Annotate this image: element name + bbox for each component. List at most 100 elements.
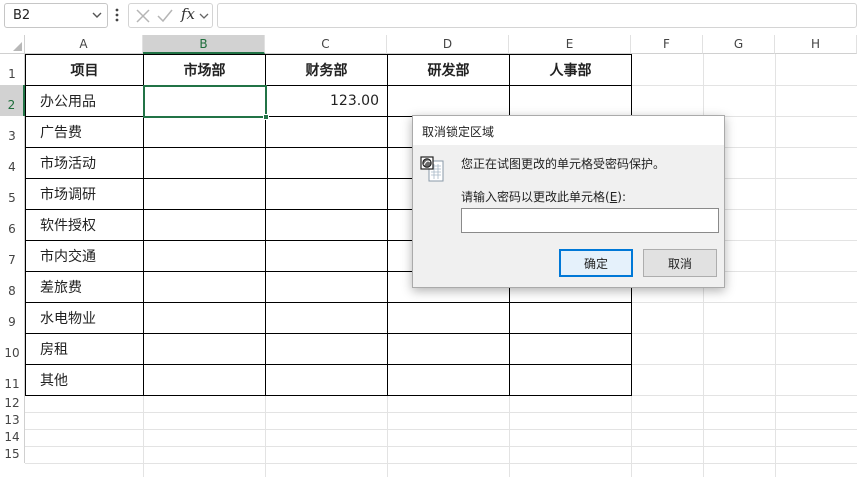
row-header-13[interactable]: 13 (0, 412, 25, 429)
gridline-column (775, 54, 776, 477)
password-prompt-label: 请输入密码以更改此单元格(E): (461, 188, 626, 205)
row-header-9[interactable]: 9 (0, 302, 25, 333)
table-cell[interactable] (387, 85, 510, 117)
dialog-titlebar[interactable]: 取消锁定区域 (413, 116, 724, 145)
column-header-e[interactable]: E (509, 35, 631, 54)
row-header-6[interactable]: 6 (0, 209, 25, 240)
table-cell[interactable] (143, 364, 266, 396)
column-header-h[interactable]: H (775, 35, 857, 54)
table-cell[interactable] (509, 302, 632, 334)
row-label-cell[interactable]: 办公用品 (25, 85, 144, 117)
row-header-10[interactable]: 10 (0, 333, 25, 364)
table-cell[interactable] (265, 147, 388, 179)
column-header-c[interactable]: C (265, 35, 387, 54)
gridline-row (25, 446, 857, 447)
table-cell[interactable] (143, 85, 266, 117)
table-cell[interactable]: 123.00 (265, 85, 388, 117)
row-header-2[interactable]: 2 (0, 85, 25, 116)
table-cell[interactable] (387, 364, 510, 396)
table-header-cell[interactable]: 财务部 (265, 54, 388, 86)
prompt-suffix: ): (617, 190, 627, 204)
row-label-cell[interactable]: 软件授权 (25, 209, 144, 241)
cancel-entry-icon[interactable] (134, 8, 152, 24)
dialog-message: 您正在试图更改的单元格受密码保护。 (461, 157, 666, 171)
row-header-4[interactable]: 4 (0, 147, 25, 178)
row-header-14[interactable]: 14 (0, 429, 25, 446)
table-cell[interactable] (143, 271, 266, 303)
table-cell[interactable] (265, 209, 388, 241)
formula-tools: fx (128, 3, 213, 28)
table-cell[interactable] (143, 333, 266, 365)
row-label-cell[interactable]: 差旅费 (25, 271, 144, 303)
chevron-down-icon[interactable] (197, 8, 211, 24)
row-label-cell[interactable]: 广告费 (25, 116, 144, 148)
table-row: 水电物业 (25, 302, 632, 334)
table-cell[interactable] (265, 364, 388, 396)
more-options-icon[interactable] (111, 6, 123, 24)
row-label-cell[interactable]: 市场调研 (25, 178, 144, 210)
table-row: 房租 (25, 333, 632, 365)
table-cell[interactable] (509, 85, 632, 117)
name-box[interactable]: B2 (4, 3, 108, 28)
table-cell[interactable] (143, 116, 266, 148)
gridline-row (25, 463, 857, 464)
row-header-8[interactable]: 8 (0, 271, 25, 302)
formula-bar: B2 fx (0, 0, 857, 32)
row-header-12[interactable]: 12 (0, 395, 25, 412)
row-header-15[interactable]: 15 (0, 446, 25, 463)
table-header-cell[interactable]: 人事部 (509, 54, 632, 86)
row-label-cell[interactable]: 市场活动 (25, 147, 144, 179)
table-header-cell[interactable]: 研发部 (387, 54, 510, 86)
chevron-down-icon[interactable] (90, 8, 104, 22)
prompt-prefix: 请输入密码以更改此单元格( (461, 190, 610, 204)
formula-input[interactable] (217, 3, 857, 28)
table-cell[interactable] (265, 240, 388, 272)
password-input[interactable] (461, 208, 719, 233)
fill-handle[interactable] (263, 114, 269, 120)
insert-function-button[interactable]: fx (181, 5, 195, 23)
table-row: 其他 (25, 364, 632, 396)
table-cell[interactable] (509, 333, 632, 365)
table-cell[interactable] (143, 209, 266, 241)
row-label-cell[interactable]: 市内交通 (25, 240, 144, 272)
column-header-a[interactable]: A (25, 35, 143, 54)
table-cell[interactable] (143, 302, 266, 334)
row-header-5[interactable]: 5 (0, 178, 25, 209)
table-cell[interactable] (265, 302, 388, 334)
unlock-range-dialog: 取消锁定区域 您正在试图更改的单元格受密码保护。 请输入密码以更改此单元格(E)… (412, 115, 725, 288)
table-cell[interactable] (265, 333, 388, 365)
table-cell[interactable] (265, 116, 388, 148)
table-cell[interactable] (143, 178, 266, 210)
table-header-cell[interactable]: 项目 (25, 54, 144, 86)
row-header-11[interactable]: 11 (0, 364, 25, 395)
name-box-value: B2 (13, 8, 31, 23)
confirm-entry-icon[interactable] (156, 8, 174, 24)
row-header-1[interactable]: 1 (0, 54, 25, 85)
row-label-cell[interactable]: 其他 (25, 364, 144, 396)
table-header-cell[interactable]: 市场部 (143, 54, 266, 86)
table-cell[interactable] (143, 240, 266, 272)
column-header-d[interactable]: D (387, 35, 509, 54)
cancel-button[interactable]: 取消 (643, 249, 717, 277)
ok-button[interactable]: 确定 (559, 249, 633, 277)
row-label-cell[interactable]: 房租 (25, 333, 144, 365)
row-label-cell[interactable]: 水电物业 (25, 302, 144, 334)
dialog-title: 取消锁定区域 (422, 125, 495, 139)
table-cell[interactable] (509, 364, 632, 396)
table-header-row: 项目 市场部 财务部 研发部 人事部 (25, 54, 632, 86)
row-header-3[interactable]: 3 (0, 116, 25, 147)
column-header-f[interactable]: F (631, 35, 703, 54)
table-cell[interactable] (265, 271, 388, 303)
protected-sheet-icon (420, 156, 444, 182)
table-cell[interactable] (387, 302, 510, 334)
select-all-button[interactable] (0, 35, 25, 54)
table-cell[interactable] (143, 147, 266, 179)
table-row: 办公用品 123.00 (25, 85, 632, 117)
row-header-7[interactable]: 7 (0, 240, 25, 271)
select-all-triangle-icon (13, 42, 22, 51)
table-cell[interactable] (387, 333, 510, 365)
gridline-row (25, 429, 857, 430)
column-header-g[interactable]: G (703, 35, 775, 54)
column-header-b[interactable]: B (143, 35, 265, 54)
table-cell[interactable] (265, 178, 388, 210)
